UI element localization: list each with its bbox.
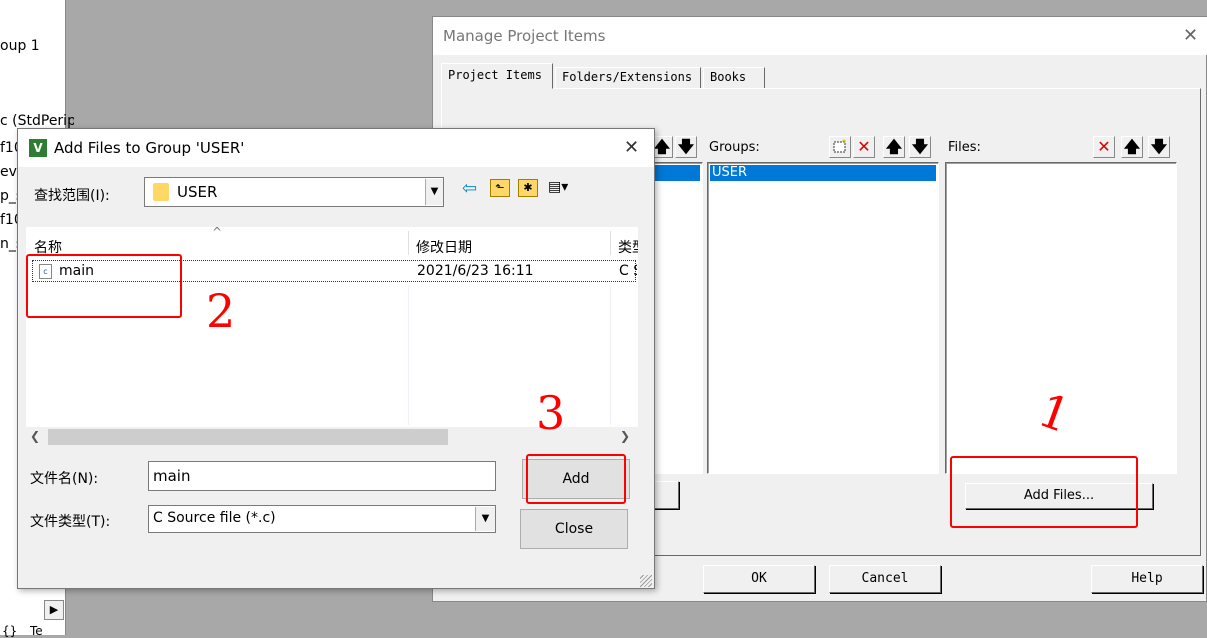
chevron-down-icon[interactable]: ▼ [475,507,495,531]
column-header-modified[interactable]: 修改日期 [416,237,472,257]
tab-folders-extensions[interactable]: Folders/Extensions [555,67,701,89]
add-files-title: Add Files to Group 'USER' [54,139,245,157]
tab-books[interactable]: Books [703,67,765,89]
column-guide [610,285,611,425]
ok-button[interactable]: OK [703,565,815,593]
delete-group-icon[interactable]: ✕ [853,136,875,158]
up-folder-icon[interactable]: ⬑ [490,179,510,197]
filename-field[interactable] [148,461,496,491]
tree-bottom-tab[interactable]: Te [30,624,43,638]
move-down-icon[interactable]: 🡇 [675,136,697,158]
move-group-up-icon[interactable]: 🡅 [883,136,905,158]
group-item-user[interactable]: USER [710,165,936,181]
groups-list[interactable]: USER [707,162,939,474]
close-icon[interactable]: ✕ [624,137,639,158]
files-label: Files: [948,140,981,155]
back-arrow-icon[interactable]: ⇦ [462,178,477,199]
resize-grip-icon[interactable] [640,575,652,587]
column-header-type[interactable]: 类型 [618,237,638,257]
new-group-icon[interactable]: * [829,136,851,158]
annotation-step-2: 2 [206,284,236,338]
scroll-left-icon[interactable]: ❮ [30,429,40,443]
tab-label: Books [710,70,747,84]
tree-item[interactable]: oup 1 [0,38,40,54]
svg-text:*: * [842,139,847,147]
filetype-dropdown[interactable]: C Source file (*.c) ▼ [148,505,496,533]
scrollbar-thumb[interactable] [48,429,448,445]
scroll-right-icon[interactable]: ❯ [620,429,630,443]
file-type: C S [619,263,637,279]
tree-item[interactable]: c (StdPerip [0,113,76,129]
add-files-dialog: V Add Files to Group 'USER' ✕ 查找范围(I): U… [17,128,655,589]
filename-label: 文件名(N): [30,471,99,487]
tab-project-items[interactable]: Project Items [441,63,553,89]
tab-label: Project Items [448,68,542,82]
new-folder-icon[interactable]: ✱ [518,179,538,197]
annotation-box-add [526,454,626,504]
look-in-value: USER [177,183,218,201]
cancel-label: Cancel [861,571,909,586]
sort-up-icon: ^ [212,225,223,239]
column-guide [408,285,409,425]
move-group-down-icon[interactable]: 🡇 [909,136,931,158]
dialog-title-bar: Manage Project Items ✕ [433,17,1207,55]
tree-scroll-right-arrow[interactable]: ▶ [44,600,64,620]
folder-icon [153,183,169,201]
look-in-dropdown[interactable]: USER ▼ [144,177,444,207]
annotation-box-add-files [950,456,1138,528]
view-menu-icon[interactable]: ▤▾ [548,179,582,197]
move-file-up-icon[interactable]: 🡅 [1121,136,1143,158]
filetype-label: 文件类型(T): [30,514,111,530]
close-icon[interactable]: ✕ [1183,25,1198,46]
delete-file-icon[interactable]: ✕ [1093,136,1115,158]
column-divider [610,231,611,255]
groups-label: Groups: [709,140,760,155]
column-divider [408,231,409,255]
ok-label: OK [751,571,767,586]
tab-label: Folders/Extensions [562,70,693,84]
chevron-down-icon[interactable]: ▼ [425,179,443,205]
filetype-value: C Source file (*.c) [153,510,276,526]
project-targets-toolbar: 🡅 🡇 [651,135,701,161]
dialog-title: Manage Project Items [443,27,606,45]
close-button[interactable]: Close [520,509,628,549]
help-button[interactable]: Help [1091,565,1203,593]
group-item-label: USER [712,165,748,180]
look-in-label: 查找范围(I): [34,188,110,204]
add-files-title-bar: V Add Files to Group 'USER' ✕ [18,129,654,167]
tree-bottom-tab[interactable]: {} [2,624,17,638]
annotation-box-file [26,254,182,318]
move-file-down-icon[interactable]: 🡇 [1148,136,1170,158]
annotation-step-3: 3 [536,386,566,440]
app-logo-icon: V [29,139,47,157]
cancel-button[interactable]: Cancel [829,565,941,593]
close-label: Close [554,521,594,537]
help-label: Help [1131,571,1163,586]
file-modified: 2021/6/23 16:11 [417,263,534,279]
